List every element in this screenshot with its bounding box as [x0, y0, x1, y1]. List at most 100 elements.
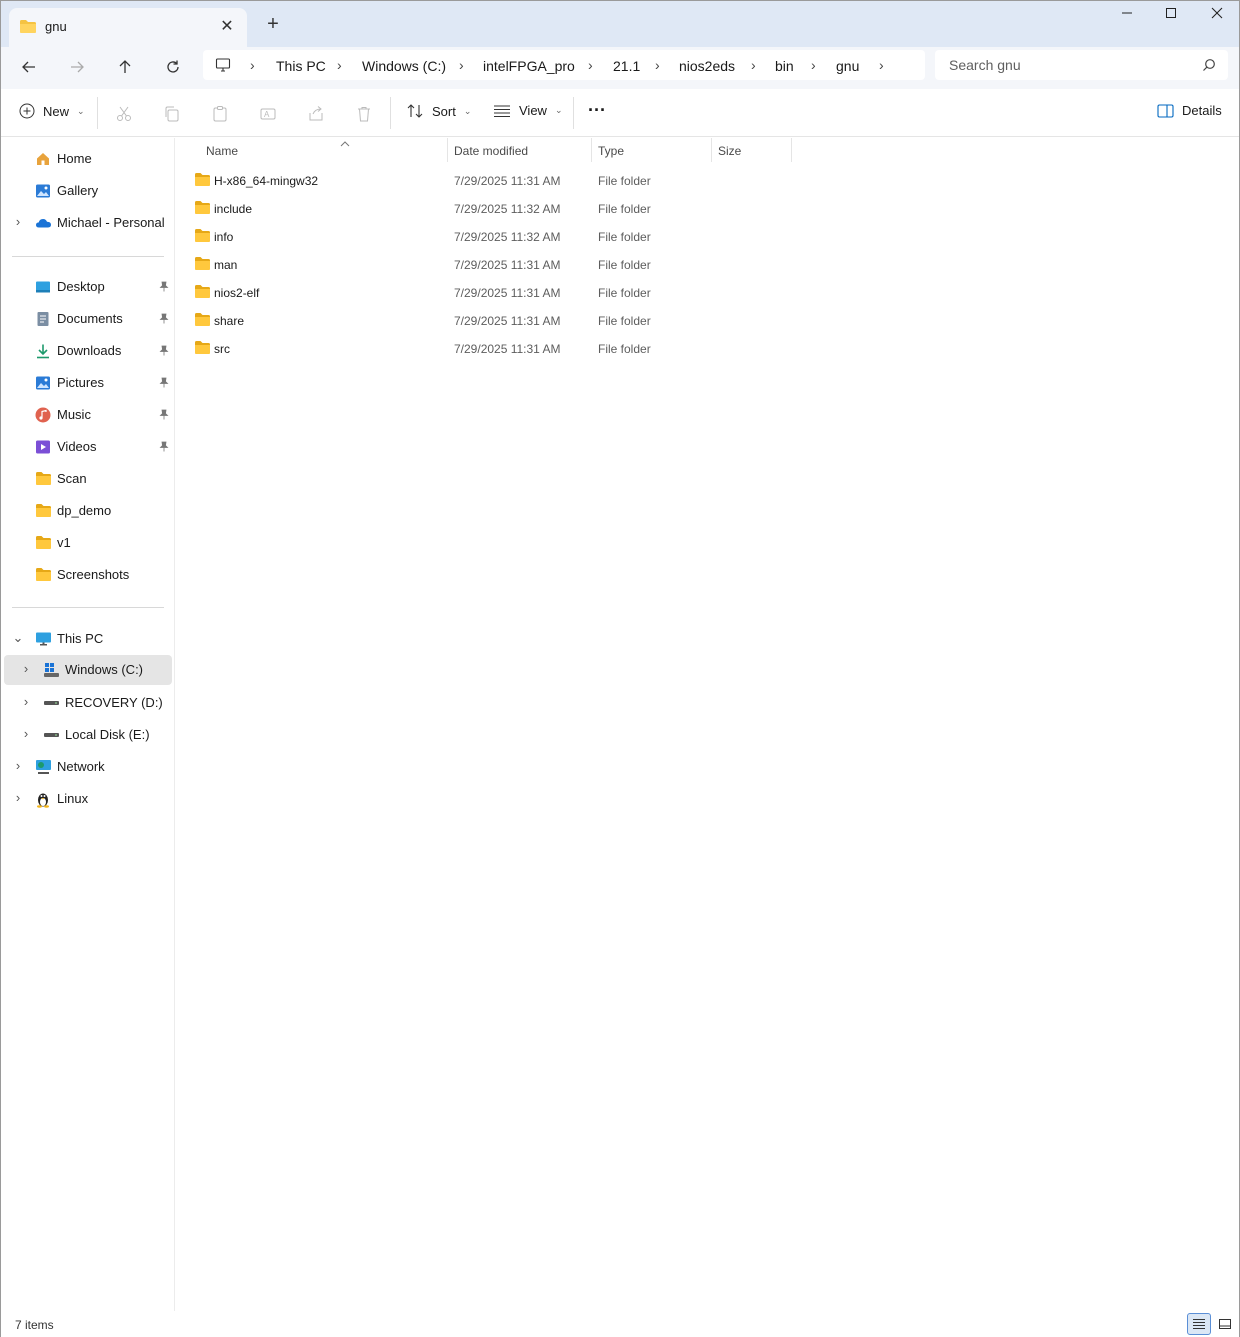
sidebar-item-windows-c[interactable]: › Windows (C:)	[4, 655, 172, 685]
column-header-type[interactable]: Type	[592, 138, 712, 166]
tab-gnu[interactable]: gnu ✕	[9, 8, 247, 47]
cut-button[interactable]	[114, 104, 134, 124]
rename-icon: A	[260, 108, 276, 120]
column-divider[interactable]	[791, 138, 792, 162]
file-row[interactable]: src 7/29/2025 11:31 AM File folder	[190, 335, 1090, 363]
breadcrumb-this-pc[interactable]: This PC	[276, 58, 326, 74]
file-row[interactable]: share 7/29/2025 11:31 AM File folder	[190, 307, 1090, 335]
chevron-right-icon[interactable]: ›	[12, 790, 24, 805]
file-row[interactable]: info 7/29/2025 11:32 AM File folder	[190, 223, 1090, 251]
breadcrumb-nios2eds[interactable]: nios2eds	[679, 58, 735, 74]
refresh-button[interactable]	[159, 55, 187, 79]
chevron-right-icon[interactable]: ›	[20, 661, 32, 676]
sidebar-item-home[interactable]: Home	[1, 144, 171, 174]
sidebar-item-music[interactable]: Music	[1, 400, 171, 430]
sidebar-item-label: v1	[57, 535, 71, 550]
chevron-right-icon[interactable]: ›	[12, 758, 24, 773]
copy-button[interactable]	[162, 104, 182, 124]
sidebar-item-dp-demo[interactable]: dp_demo	[1, 496, 171, 526]
sidebar-item-label: Network	[57, 759, 105, 774]
details-view-button[interactable]	[1187, 1313, 1211, 1335]
file-row[interactable]: include 7/29/2025 11:32 AM File folder	[190, 195, 1090, 223]
folder-icon	[194, 200, 211, 218]
breadcrumb-chevron-icon[interactable]: ›	[250, 57, 255, 73]
search-input[interactable]	[949, 57, 1189, 73]
sidebar-item-scan[interactable]: Scan	[1, 464, 171, 494]
delete-button[interactable]	[354, 104, 374, 124]
command-bar: New ⌄ A Sort ⌄ View ⌄ ··· Details	[1, 89, 1239, 137]
chevron-right-icon[interactable]: ›	[20, 694, 32, 709]
sidebar-item-label: Scan	[57, 471, 87, 486]
breadcrumb-chevron-icon[interactable]: ›	[588, 57, 593, 73]
toolbar-separator	[573, 97, 574, 129]
maximize-button[interactable]	[1151, 7, 1191, 27]
search-box[interactable]	[935, 50, 1228, 80]
column-header-size[interactable]: Size	[712, 138, 792, 166]
tab-close-icon[interactable]: ✕	[219, 16, 235, 36]
sidebar-item-downloads[interactable]: Downloads	[1, 336, 171, 366]
chevron-right-icon[interactable]: ›	[12, 214, 24, 229]
tiles-view-button[interactable]	[1213, 1313, 1237, 1335]
back-button[interactable]	[15, 55, 43, 79]
breadcrumb-chevron-icon[interactable]: ›	[337, 57, 342, 73]
chevron-right-icon[interactable]: ›	[20, 726, 32, 741]
breadcrumb-chevron-icon[interactable]: ›	[879, 57, 884, 73]
breadcrumb-21-1[interactable]: 21.1	[613, 58, 640, 74]
address-bar[interactable]: › This PC › Windows (C:) › intelFPGA_pro…	[203, 50, 925, 80]
sidebar-item-this-pc[interactable]: ⌄ This PC	[1, 624, 171, 654]
forward-button[interactable]	[63, 55, 91, 79]
sidebar-item-videos[interactable]: Videos	[1, 432, 171, 462]
status-bar: 7 items	[1, 1311, 1239, 1337]
sidebar-item-local-disk-e[interactable]: › Local Disk (E:)	[1, 720, 171, 750]
breadcrumb-chevron-icon[interactable]: ›	[655, 57, 660, 73]
breadcrumb-chevron-icon[interactable]: ›	[811, 57, 816, 73]
sidebar-item-gallery[interactable]: Gallery	[1, 176, 171, 206]
paste-button[interactable]	[210, 104, 230, 124]
view-button[interactable]: View ⌄	[493, 103, 563, 118]
close-button[interactable]	[1197, 7, 1237, 27]
file-date: 7/29/2025 11:31 AM	[454, 342, 561, 356]
minimize-button[interactable]	[1107, 7, 1147, 27]
network-icon	[35, 759, 51, 775]
share-icon	[309, 106, 323, 121]
chevron-down-icon[interactable]: ⌄	[12, 630, 24, 646]
folder-icon	[194, 284, 211, 302]
sidebar-item-pictures[interactable]: Pictures	[1, 368, 171, 398]
sidebar-item-documents[interactable]: Documents	[1, 304, 171, 334]
sidebar-item-v1[interactable]: v1	[1, 528, 171, 558]
sidebar-item-screenshots[interactable]: Screenshots	[1, 560, 171, 590]
up-button[interactable]	[111, 55, 139, 79]
file-name: H-x86_64-mingw32	[214, 174, 319, 188]
new-button[interactable]: New ⌄	[19, 103, 85, 119]
more-options-button[interactable]: ···	[588, 100, 606, 121]
breadcrumb-gnu[interactable]: gnu	[836, 58, 859, 74]
breadcrumb-windows-c[interactable]: Windows (C:)	[362, 58, 446, 74]
sidebar-item-recovery-d[interactable]: › RECOVERY (D:)	[1, 688, 171, 718]
breadcrumb-bin[interactable]: bin	[775, 58, 794, 74]
search-icon[interactable]	[1202, 58, 1216, 75]
file-date: 7/29/2025 11:32 AM	[454, 230, 561, 244]
sidebar-item-network[interactable]: › Network	[1, 752, 171, 782]
desktop-icon	[35, 279, 51, 295]
column-header-name[interactable]: Name	[198, 138, 448, 166]
sort-button[interactable]: Sort ⌄	[406, 103, 471, 119]
new-tab-button[interactable]: +	[263, 13, 283, 35]
sidebar-item-onedrive[interactable]: › Michael - Personal	[1, 208, 171, 238]
column-header-date-modified[interactable]: Date modified	[448, 138, 592, 166]
breadcrumb-intelfpga-pro[interactable]: intelFPGA_pro	[483, 58, 575, 74]
pin-icon	[159, 344, 169, 359]
videos-icon	[35, 439, 51, 455]
drive-icon	[43, 695, 59, 711]
breadcrumb-chevron-icon[interactable]: ›	[751, 57, 756, 73]
sidebar-item-desktop[interactable]: Desktop	[1, 272, 171, 302]
share-button[interactable]	[306, 104, 326, 124]
folder-icon	[194, 340, 211, 358]
details-pane-button[interactable]: Details	[1157, 103, 1222, 118]
sidebar-item-linux[interactable]: › Linux	[1, 784, 171, 814]
file-explorer-window: gnu ✕ + › This PC › Windows (C:) › intel…	[0, 0, 1240, 1337]
rename-button[interactable]: A	[258, 104, 278, 124]
file-row[interactable]: man 7/29/2025 11:31 AM File folder	[190, 251, 1090, 279]
file-row[interactable]: nios2-elf 7/29/2025 11:31 AM File folder	[190, 279, 1090, 307]
breadcrumb-chevron-icon[interactable]: ›	[459, 57, 464, 73]
file-row[interactable]: H-x86_64-mingw32 7/29/2025 11:31 AM File…	[190, 167, 1090, 195]
